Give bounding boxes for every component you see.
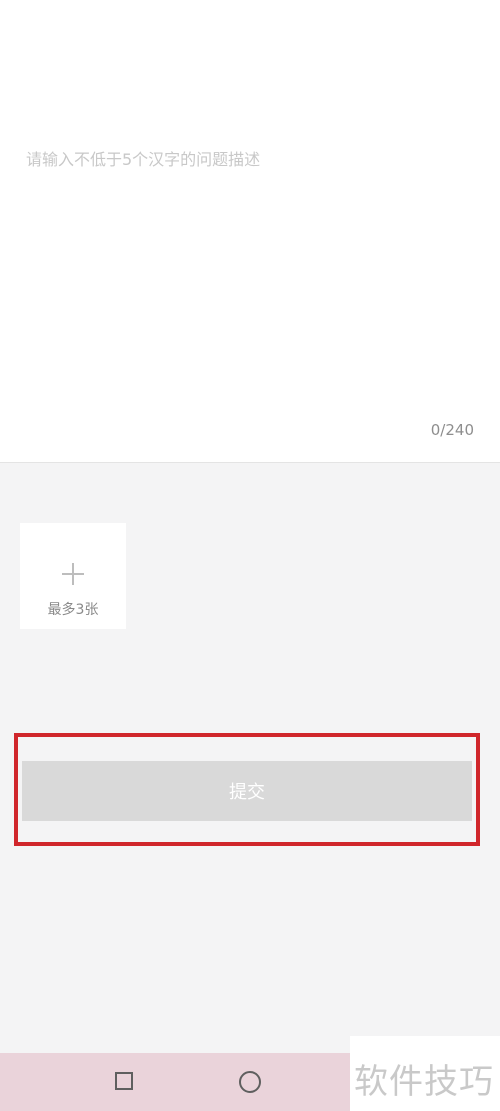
square-icon[interactable] bbox=[115, 1072, 133, 1090]
watermark-text: 软件技巧 bbox=[354, 1062, 494, 1102]
watermark: 软件技巧 bbox=[350, 1036, 500, 1111]
problem-description-placeholder: 请输入不低于5个汉字的问题描述 bbox=[26, 150, 261, 169]
circle-icon[interactable] bbox=[239, 1071, 261, 1093]
submit-button[interactable]: 提交 bbox=[22, 761, 472, 821]
system-navigation-bar bbox=[0, 1053, 350, 1111]
character-counter: 0/240 bbox=[430, 421, 474, 439]
plus-icon bbox=[62, 563, 84, 585]
problem-description-textarea[interactable]: 请输入不低于5个汉字的问题描述 0/240 bbox=[0, 0, 500, 463]
image-upload-button[interactable]: 最多3张 bbox=[20, 523, 126, 629]
upload-limit-label: 最多3张 bbox=[47, 602, 99, 618]
